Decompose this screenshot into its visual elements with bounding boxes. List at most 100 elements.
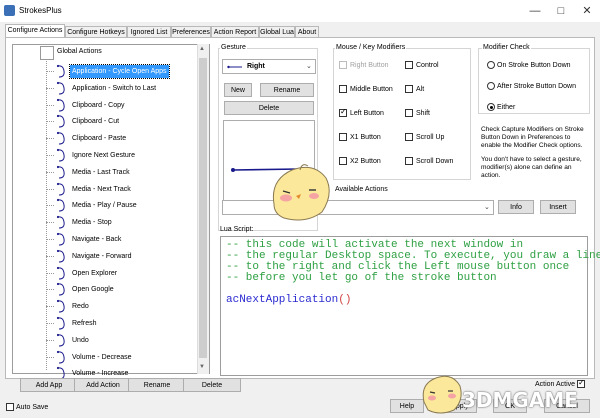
tab-configure-actions[interactable]: Configure Actions	[5, 24, 65, 38]
arrow-right-gesture-icon	[55, 80, 71, 96]
modifier-label: X1 Button	[350, 134, 381, 141]
tree-expander-icon[interactable]	[40, 46, 54, 60]
tree-branch-line	[46, 155, 54, 156]
modifier-checkbox[interactable]	[339, 85, 347, 93]
modifier-label: Middle Button	[350, 86, 393, 93]
tab-about[interactable]: About	[295, 26, 319, 37]
delete-action-button[interactable]: Delete	[183, 378, 241, 392]
tree-item[interactable]: Redo	[72, 300, 89, 313]
tree-branch-line	[46, 171, 54, 173]
tree-item[interactable]: Open Google	[72, 283, 114, 296]
tab-ignored-list[interactable]: Ignored List	[127, 26, 171, 37]
tree-item[interactable]: Undo	[72, 334, 89, 347]
letter-p-gesture-icon	[55, 197, 71, 213]
tree-scrollbar-thumb[interactable]	[199, 58, 207, 358]
tree-branch-line	[46, 356, 54, 358]
tree-branch-line	[46, 239, 54, 240]
tree-item[interactable]: Open Explorer	[72, 267, 117, 280]
new-gesture-button[interactable]: New	[224, 83, 252, 97]
modifier-checkbox[interactable]	[405, 61, 413, 69]
available-actions-select[interactable]: ⌄	[222, 200, 494, 215]
rename-gesture-button[interactable]: Rename	[260, 83, 314, 97]
tree-item[interactable]: Navigate - Back	[72, 233, 121, 246]
add-app-button[interactable]: Add App	[20, 378, 78, 392]
arrow-right-gesture-icon	[55, 248, 71, 264]
close-icon[interactable]: ✕	[574, 0, 600, 22]
letter-l-gesture-icon	[55, 164, 71, 180]
lua-function-name: acNextApplication	[226, 294, 339, 306]
modifier-checkbox[interactable]	[339, 157, 347, 165]
scroll-down-icon[interactable]: ▼	[199, 364, 205, 370]
tree-item[interactable]: Application - Cycle Open Apps	[69, 64, 170, 79]
modifier-check-option-label: On Stroke Button Down	[497, 62, 571, 69]
tree-branch-line	[46, 373, 54, 375]
tree-item[interactable]: Clipboard - Copy	[72, 99, 125, 112]
auto-save-label: Auto Save	[16, 404, 49, 411]
letter-r-gesture-icon	[55, 298, 71, 314]
gesture-select[interactable]: Right ⌄	[222, 59, 316, 74]
tree-branch-line	[46, 205, 54, 207]
modifier-check-radio[interactable]	[487, 103, 495, 111]
letter-x-gesture-icon	[55, 113, 71, 129]
tree-branch-line	[46, 71, 54, 72]
tree-item[interactable]: Ignore Next Gesture	[72, 149, 135, 162]
add-action-button[interactable]: Add Action	[74, 378, 132, 392]
modifier-checkbox[interactable]	[405, 109, 413, 117]
mascot-chick-icon	[272, 164, 330, 221]
tree-item[interactable]: Refresh	[72, 317, 97, 330]
action-active-checkbox[interactable]	[577, 378, 585, 388]
gesture-preview-icon	[227, 65, 242, 69]
modifier-checkbox	[339, 61, 347, 69]
modifier-gesture-note: You don't have to select a gesture, modi…	[481, 156, 582, 179]
tab-global-lua[interactable]: Global Lua	[259, 26, 295, 37]
letter-p-gesture-icon	[55, 130, 71, 146]
letter-e-gesture-icon	[55, 265, 71, 281]
lua-code-line: acNextApplication()	[226, 295, 600, 306]
modifier-label: X2 Button	[350, 158, 381, 165]
auto-save-checkbox[interactable]	[6, 403, 14, 411]
minimize-icon[interactable]: —	[522, 0, 548, 22]
lua-paren: ()	[338, 294, 352, 306]
chevron-down-icon: ⌄	[306, 63, 312, 70]
tab-configure-hotkeys[interactable]: Configure Hotkeys	[65, 26, 127, 37]
lua-editor[interactable]: -- this code will activate the next wind…	[220, 236, 600, 376]
action-active-label: Action Active	[535, 381, 576, 388]
window-title: StrokesPlus	[19, 6, 62, 15]
tab-action-report[interactable]: Action Report	[211, 26, 259, 37]
tree-root-global-actions[interactable]: Global Actions	[57, 48, 102, 55]
tree-item[interactable]: Application - Switch to Last	[72, 82, 156, 95]
modifier-checkbox[interactable]	[405, 133, 413, 141]
modifier-check-radio[interactable]	[487, 82, 495, 90]
insert-button[interactable]: Insert	[540, 200, 576, 214]
arrow-left-gesture-icon	[55, 231, 71, 247]
modifier-checkbox[interactable]	[405, 157, 413, 165]
modifier-label: Scroll Down	[416, 158, 454, 165]
tree-item[interactable]: Navigate - Forward	[72, 250, 132, 263]
tree-item[interactable]: Media - Stop	[72, 216, 112, 229]
tree-item[interactable]: Clipboard - Paste	[72, 132, 126, 145]
app-icon	[4, 5, 15, 16]
modifier-check-radio[interactable]	[487, 61, 495, 69]
letter-i-gesture-icon	[55, 147, 71, 163]
delete-gesture-button[interactable]: Delete	[224, 101, 314, 115]
modifier-checkbox[interactable]	[339, 107, 347, 117]
tree-item[interactable]: Media - Play / Pause	[72, 199, 137, 212]
modifier-checkbox[interactable]	[339, 133, 347, 141]
tree-branch-line	[46, 272, 54, 274]
tree-item[interactable]: Media - Last Track	[72, 166, 130, 179]
rename-action-button[interactable]: Rename	[128, 378, 186, 392]
scroll-up-icon[interactable]: ▲	[199, 46, 205, 52]
modifier-label: Shift	[416, 110, 431, 117]
letter-r-gesture-icon	[55, 315, 71, 331]
letter-g-gesture-icon	[55, 281, 71, 297]
tree-item[interactable]: Volume - Decrease	[72, 351, 132, 364]
modifier-checkbox[interactable]	[405, 85, 413, 93]
arrow-right-gesture-icon	[55, 63, 71, 79]
watermark-mascot-icon	[422, 375, 462, 414]
watermark: 3DMGAME	[462, 388, 578, 412]
tree-item[interactable]: Media - Next Track	[72, 183, 131, 196]
tab-preferences[interactable]: Preferences	[171, 26, 211, 37]
info-button[interactable]: Info	[498, 200, 534, 214]
maximize-icon[interactable]: □	[548, 0, 574, 22]
tree-item[interactable]: Clipboard - Cut	[72, 115, 119, 128]
